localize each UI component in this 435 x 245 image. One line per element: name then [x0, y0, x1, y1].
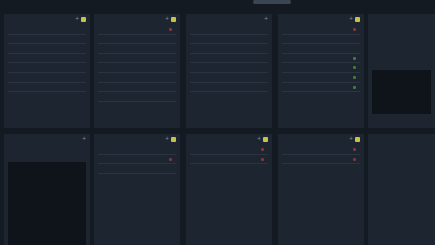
status-dot: [169, 28, 172, 31]
top-tab[interactable]: [253, 0, 291, 4]
add-icon[interactable]: +: [349, 17, 353, 22]
status-dot: [353, 56, 356, 60]
list-item[interactable]: [190, 35, 268, 45]
list-item[interactable]: [8, 63, 86, 73]
list-item[interactable]: [282, 145, 360, 155]
list-item[interactable]: [190, 73, 268, 83]
status-dot: [353, 148, 356, 151]
list-item[interactable]: [282, 44, 360, 54]
list-item[interactable]: [282, 54, 360, 64]
list-item[interactable]: [282, 25, 360, 35]
panel-7: +: [94, 134, 180, 245]
panel-list: [98, 145, 176, 174]
add-icon[interactable]: +: [349, 137, 353, 142]
list-item[interactable]: [98, 155, 176, 165]
panel-header: +: [186, 134, 272, 144]
panel-6: +: [4, 134, 90, 245]
panel-list: [8, 25, 86, 93]
settings-icon[interactable]: [355, 16, 360, 22]
add-icon[interactable]: +: [82, 137, 86, 142]
add-icon[interactable]: +: [165, 137, 169, 142]
list-item[interactable]: [98, 35, 176, 45]
panel-header: +: [94, 14, 180, 24]
list-item[interactable]: [8, 73, 86, 83]
panel-header: +: [278, 134, 364, 144]
panel-3: +: [186, 14, 272, 128]
panel-10: [368, 134, 435, 245]
list-item[interactable]: [98, 63, 176, 73]
panel-header: [368, 14, 435, 24]
add-icon[interactable]: +: [257, 137, 261, 142]
list-item[interactable]: [8, 83, 86, 93]
panel-content: [372, 70, 431, 114]
list-item[interactable]: [98, 164, 176, 174]
list-item[interactable]: [190, 54, 268, 64]
settings-icon[interactable]: [355, 136, 360, 142]
panel-2: +: [94, 14, 180, 128]
list-item[interactable]: [98, 83, 176, 93]
settings-icon[interactable]: [81, 16, 86, 22]
panel-header: +: [278, 14, 364, 24]
status-dot: [261, 157, 264, 161]
add-icon[interactable]: +: [165, 17, 169, 22]
list-item[interactable]: [98, 73, 176, 83]
top-bar: [0, 0, 435, 6]
list-item[interactable]: [190, 63, 268, 73]
panel-list: [282, 145, 360, 165]
list-item[interactable]: [98, 92, 176, 102]
list-item[interactable]: [8, 54, 86, 64]
panel-header: +: [94, 134, 180, 144]
status-dot: [353, 85, 356, 89]
list-item[interactable]: [190, 44, 268, 54]
list-item[interactable]: [190, 83, 268, 93]
list-item[interactable]: [98, 25, 176, 35]
add-icon[interactable]: +: [264, 17, 268, 22]
panel-header: [368, 134, 435, 144]
settings-icon[interactable]: [171, 136, 176, 142]
list-item[interactable]: [282, 63, 360, 73]
settings-icon[interactable]: [171, 16, 176, 22]
list-item[interactable]: [190, 145, 268, 155]
panel-header: +: [4, 134, 90, 144]
panel-list: [282, 25, 360, 93]
status-dot: [353, 28, 356, 31]
settings-icon[interactable]: [263, 136, 268, 142]
list-item[interactable]: [8, 35, 86, 45]
panel-8: +: [186, 134, 272, 245]
panel-1: +: [4, 14, 90, 128]
add-icon[interactable]: +: [75, 17, 79, 22]
panel-content: [8, 162, 86, 245]
panel-9: +: [278, 134, 364, 245]
panel-header: +: [186, 14, 272, 24]
panel-header: +: [4, 14, 90, 24]
list-item[interactable]: [190, 25, 268, 35]
list-item[interactable]: [282, 83, 360, 93]
panel-5: [368, 14, 435, 128]
list-item[interactable]: [98, 54, 176, 64]
list-item[interactable]: [282, 73, 360, 83]
list-item[interactable]: [8, 44, 86, 54]
list-item[interactable]: [8, 25, 86, 35]
status-dot: [353, 157, 356, 161]
panel-4: +: [278, 14, 364, 128]
list-item[interactable]: [282, 35, 360, 45]
list-item[interactable]: [282, 155, 360, 165]
status-dot: [353, 66, 356, 70]
list-item[interactable]: [98, 44, 176, 54]
list-item[interactable]: [190, 155, 268, 165]
panel-list: [190, 25, 268, 93]
panel-list: [98, 25, 176, 102]
status-dot: [169, 157, 172, 161]
panel-list: [190, 145, 268, 165]
list-item[interactable]: [98, 145, 176, 155]
status-dot: [261, 148, 264, 151]
status-dot: [353, 75, 356, 79]
